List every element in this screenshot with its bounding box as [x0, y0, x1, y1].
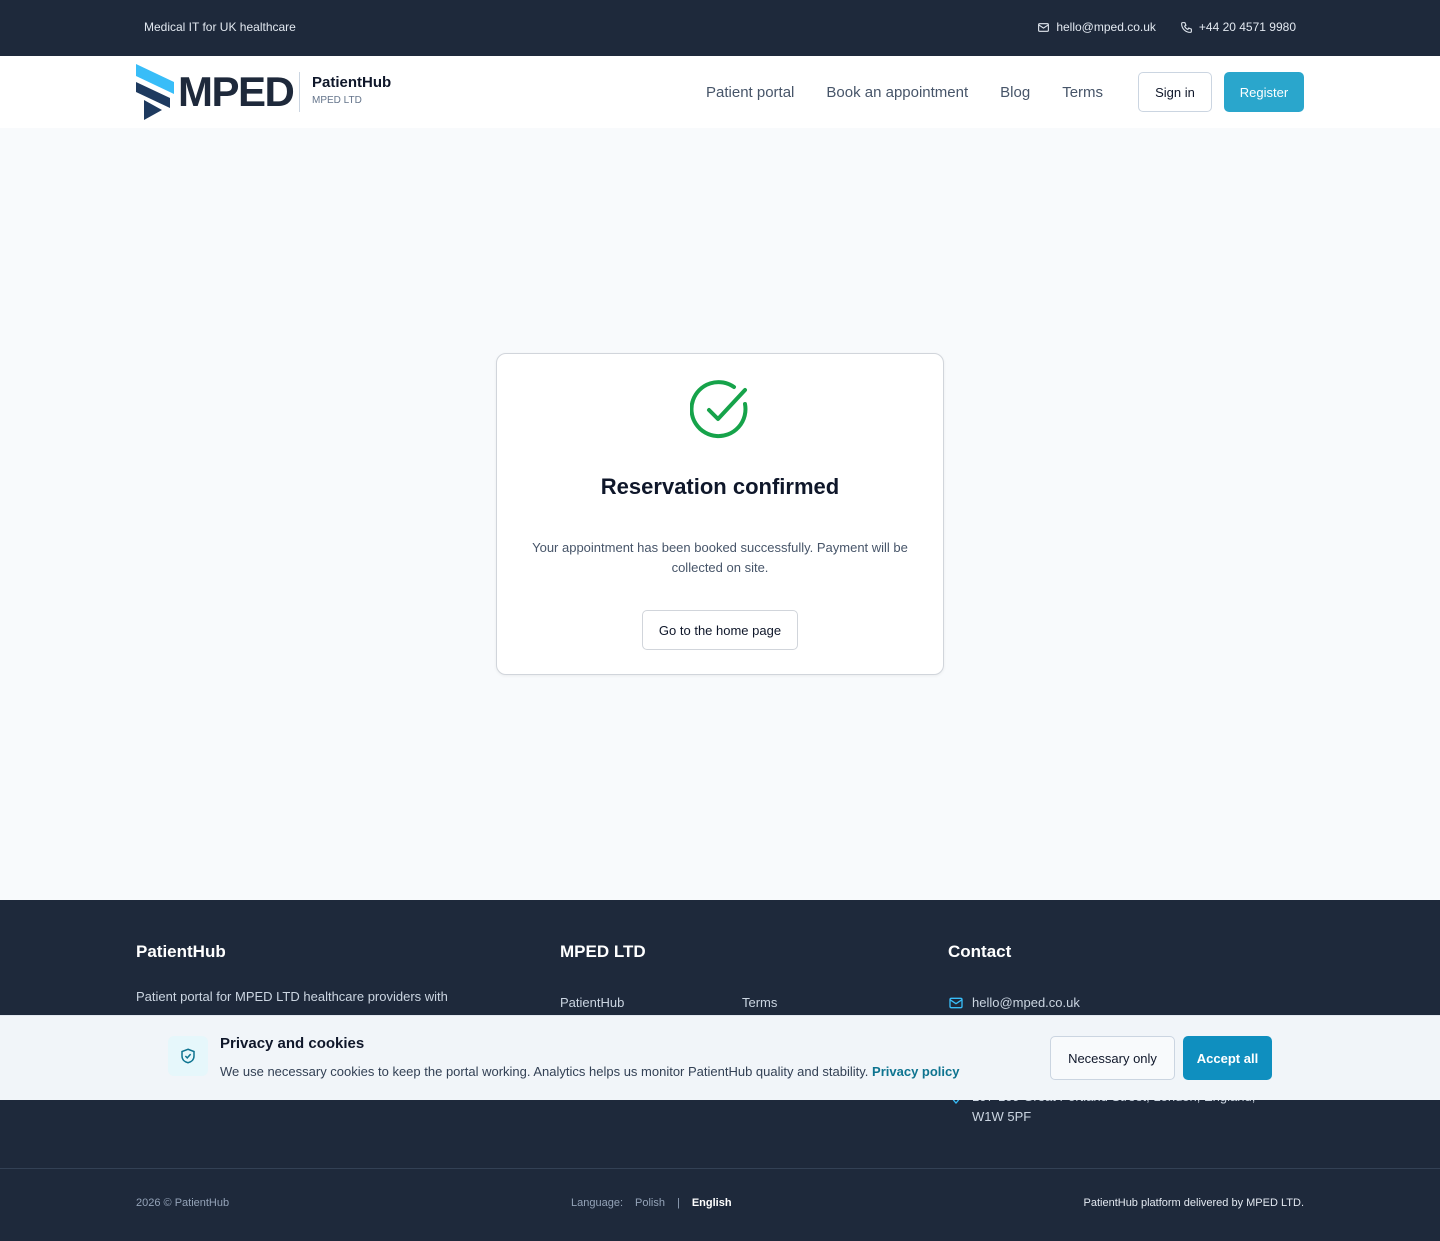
phone-icon [1180, 21, 1192, 33]
privacy-policy-link[interactable]: Privacy policy [872, 1064, 959, 1079]
nav-book-appointment[interactable]: Book an appointment [826, 84, 968, 101]
mped-logo-mark-icon [136, 64, 174, 120]
footer-description: Patient portal for MPED LTD healthcare p… [136, 989, 448, 1004]
language-label: Language: [571, 1197, 623, 1209]
language-english[interactable]: English [692, 1197, 732, 1209]
tagline: Medical IT for UK healthcare [144, 20, 296, 34]
confirmation-message: Your appointment has been booked success… [532, 540, 908, 575]
footer-email-text: hello@mped.co.uk [972, 995, 1080, 1010]
top-bar: Medical IT for UK healthcare hello@mped.… [0, 0, 1440, 56]
confirmation-card: Reservation confirmed Your appointment h… [496, 353, 944, 675]
home-page-button[interactable]: Go to the home page [642, 610, 798, 650]
nav-blog[interactable]: Blog [1000, 84, 1030, 101]
brand-sub: MPED LTD [312, 95, 362, 106]
sign-in-button[interactable]: Sign in [1138, 72, 1212, 112]
nav-patient-portal[interactable]: Patient portal [706, 84, 794, 101]
language-separator: | [676, 1197, 680, 1209]
cookie-icon-box [168, 1036, 208, 1076]
cookie-message: We use necessary cookies to keep the por… [220, 1064, 869, 1079]
footer-link-terms[interactable]: Terms [742, 995, 777, 1010]
top-email-text: hello@mped.co.uk [1056, 20, 1156, 34]
accept-all-button[interactable]: Accept all [1183, 1036, 1272, 1080]
logo-wordmark: MPED [178, 68, 295, 115]
main-nav: Patient portal Book an appointment Blog … [706, 56, 1103, 128]
cookie-text: We use necessary cookies to keep the por… [220, 1064, 960, 1079]
check-circle-icon [690, 380, 748, 439]
logo[interactable]: MPED [136, 64, 295, 120]
brand-name: PatientHub [312, 74, 392, 91]
confirmation-title: Reservation confirmed [600, 474, 840, 499]
top-phone-link[interactable]: +44 20 4571 9980 [1180, 20, 1296, 34]
top-contact: hello@mped.co.uk +44 20 4571 9980 [1037, 20, 1296, 34]
site-header: MPED PatientHub MPED LTD Patient portal … [0, 56, 1440, 128]
language-polish[interactable]: Polish [635, 1197, 665, 1209]
language-switcher: Language: Polish | English [571, 1197, 732, 1209]
register-button[interactable]: Register [1224, 72, 1304, 112]
mail-icon [949, 997, 963, 1009]
brand: PatientHub MPED LTD [299, 72, 391, 112]
cookie-banner: Privacy and cookies We use necessary coo… [0, 1015, 1440, 1100]
necessary-only-button[interactable]: Necessary only [1050, 1036, 1175, 1080]
footer-link-patienthub[interactable]: PatientHub [560, 995, 624, 1010]
nav-terms[interactable]: Terms [1062, 84, 1103, 101]
footer-email[interactable]: hello@mped.co.uk [948, 993, 1080, 1013]
top-email-link[interactable]: hello@mped.co.uk [1037, 20, 1156, 34]
footer-divider [0, 1168, 1440, 1169]
mail-icon [1038, 22, 1050, 32]
footer-col1-title: PatientHub [136, 942, 226, 961]
footer-col2-title: MPED LTD [560, 942, 646, 961]
top-phone-text: +44 20 4571 9980 [1198, 20, 1296, 34]
shield-check-icon [181, 1048, 195, 1064]
footer-col3-title: Contact [948, 942, 1012, 961]
cookie-title: Privacy and cookies [220, 1035, 365, 1052]
delivered-by: PatientHub platform delivered by MPED LT… [1083, 1197, 1305, 1209]
copyright: 2026 © PatientHub [136, 1197, 230, 1209]
